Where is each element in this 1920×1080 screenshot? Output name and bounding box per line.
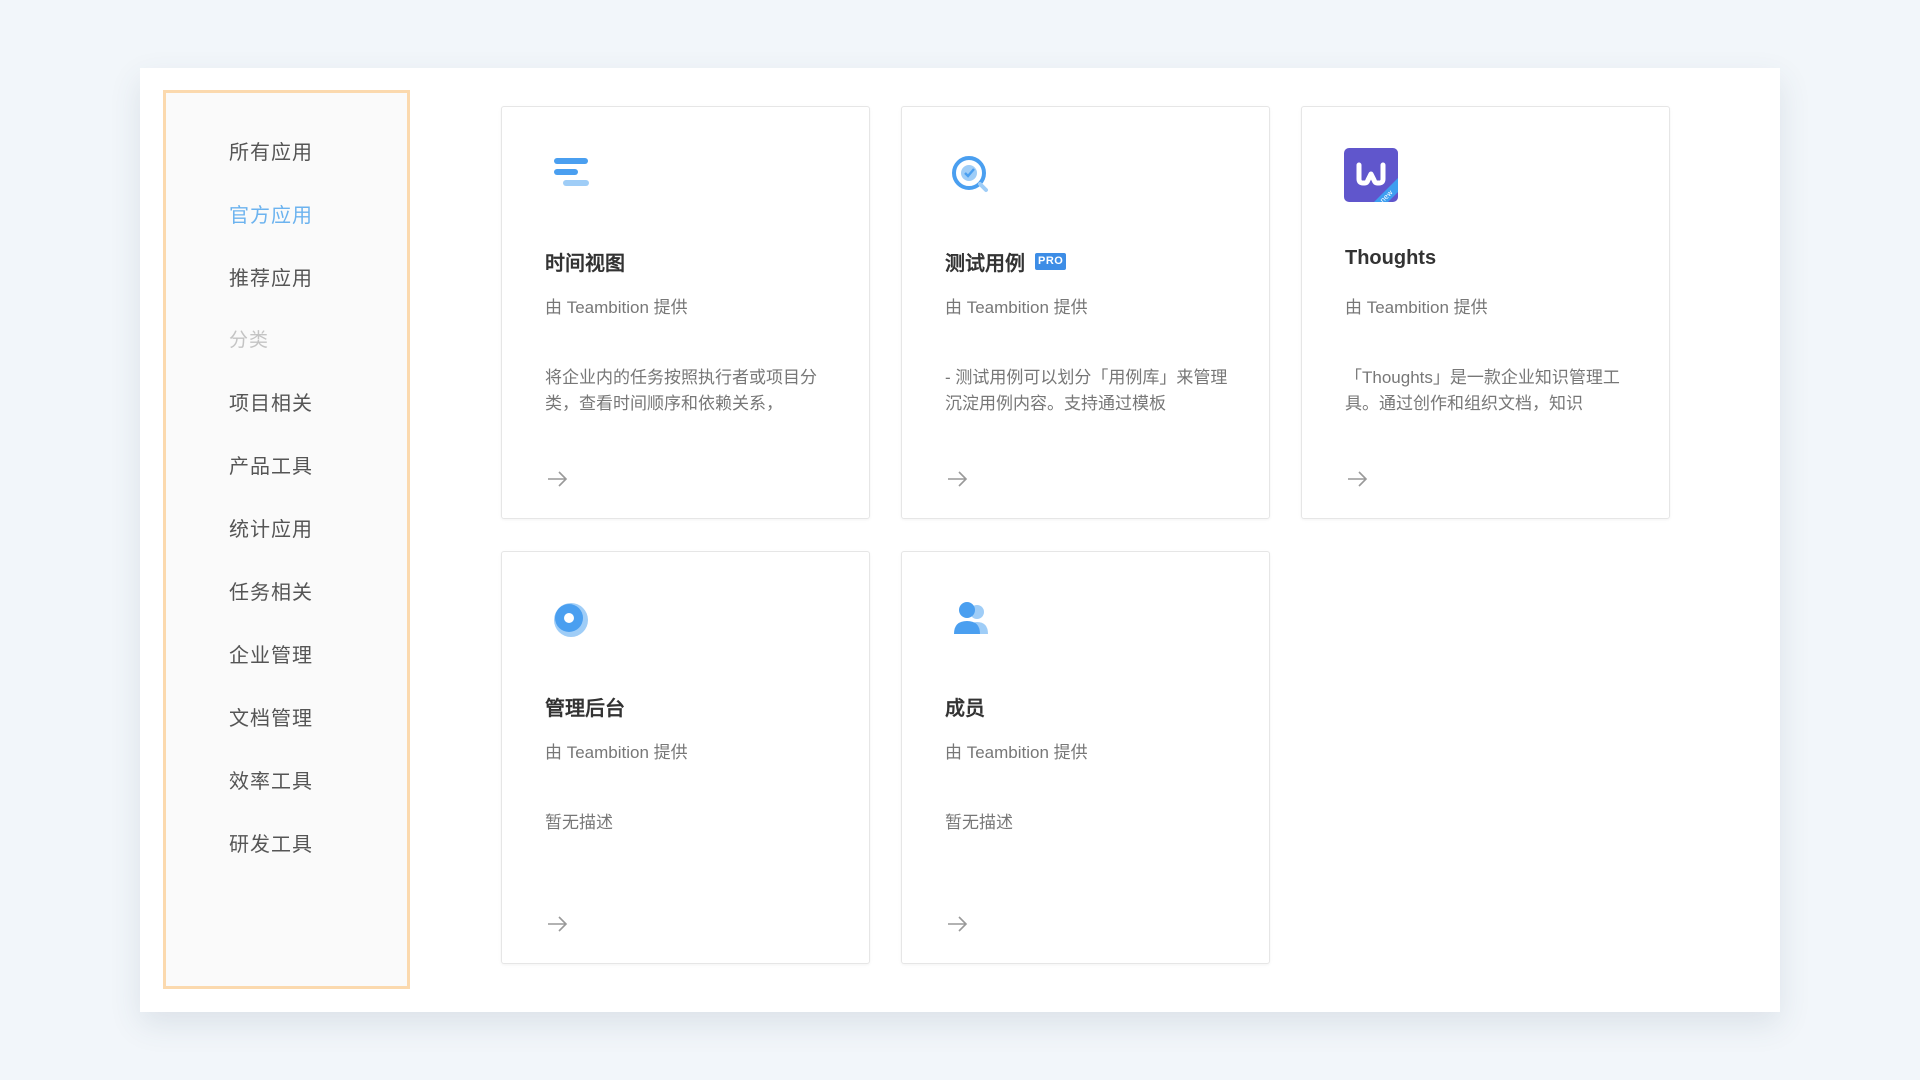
app-card-timeline[interactable]: 时间视图 由 Teambition 提供 将企业内的任务按照执行者或项目分类，查…: [501, 106, 870, 519]
app-card-test-case[interactable]: 测试用例 PRO 由 Teambition 提供 - 测试用例可以划分「用例库」…: [901, 106, 1270, 519]
arrow-right-icon[interactable]: [545, 469, 571, 489]
app-provider: 由 Teambition 提供: [545, 298, 688, 317]
sidebar-item-task[interactable]: 任务相关: [229, 576, 313, 605]
app-description: 将企业内的任务按照执行者或项目分类，查看时间顺序和依赖关系，: [545, 368, 817, 413]
thoughts-logo-icon: new: [1343, 147, 1399, 205]
arrow-right-icon[interactable]: [945, 469, 971, 489]
app-title: 时间视图: [545, 253, 625, 275]
sidebar: 所有应用 官方应用 推荐应用 分类 项目相关 产品工具 统计应用 任务相关 企业…: [163, 90, 410, 989]
sidebar-item-recommended[interactable]: 推荐应用: [229, 262, 313, 291]
app-card-thoughts[interactable]: new Thoughts 由 Teambition 提供 「Thoughts」是…: [1301, 106, 1670, 519]
sidebar-item-stats[interactable]: 统计应用: [229, 513, 313, 542]
category-heading: 分类: [229, 330, 270, 351]
sidebar-item-all[interactable]: 所有应用: [229, 136, 313, 165]
app-title: 测试用例 PRO: [945, 247, 1067, 276]
app-description: 「Thoughts」是一款企业知识管理工具。通过创作和组织文档，知识: [1345, 368, 1620, 413]
app-description: - 测试用例可以划分「用例库」来管理沉淀用例内容。支持通过模板: [945, 368, 1228, 413]
app-card-admin[interactable]: 管理后台 由 Teambition 提供 暂无描述: [501, 551, 870, 964]
app-store-panel: 所有应用 官方应用 推荐应用 分类 项目相关 产品工具 统计应用 任务相关 企业…: [140, 68, 1780, 1012]
app-title: 成员: [945, 698, 985, 720]
sidebar-item-product[interactable]: 产品工具: [229, 450, 313, 479]
arrow-right-icon[interactable]: [545, 914, 571, 934]
app-description: 暂无描述: [545, 813, 613, 832]
app-title: Thoughts: [1345, 247, 1437, 269]
app-provider: 由 Teambition 提供: [945, 743, 1088, 762]
sidebar-item-official[interactable]: 官方应用: [229, 199, 313, 228]
app-description: 暂无描述: [945, 813, 1013, 832]
admin-gear-icon: [543, 592, 599, 648]
timeline-icon: [543, 147, 599, 203]
app-provider: 由 Teambition 提供: [1345, 298, 1488, 317]
app-card-members[interactable]: 成员 由 Teambition 提供 暂无描述: [901, 551, 1270, 964]
app-title: 管理后台: [545, 698, 625, 720]
sidebar-item-docs[interactable]: 文档管理: [229, 702, 313, 731]
sidebar-item-dev[interactable]: 研发工具: [229, 828, 313, 857]
pro-badge: PRO: [1035, 253, 1067, 270]
test-case-icon: [943, 147, 999, 203]
sidebar-item-project[interactable]: 项目相关: [229, 387, 313, 416]
members-icon: [943, 592, 999, 648]
arrow-right-icon[interactable]: [1345, 469, 1371, 489]
app-provider: 由 Teambition 提供: [945, 298, 1088, 317]
app-provider: 由 Teambition 提供: [545, 743, 688, 762]
sidebar-item-enterprise[interactable]: 企业管理: [229, 639, 313, 668]
sidebar-item-efficiency[interactable]: 效率工具: [229, 765, 313, 794]
arrow-right-icon[interactable]: [945, 914, 971, 934]
